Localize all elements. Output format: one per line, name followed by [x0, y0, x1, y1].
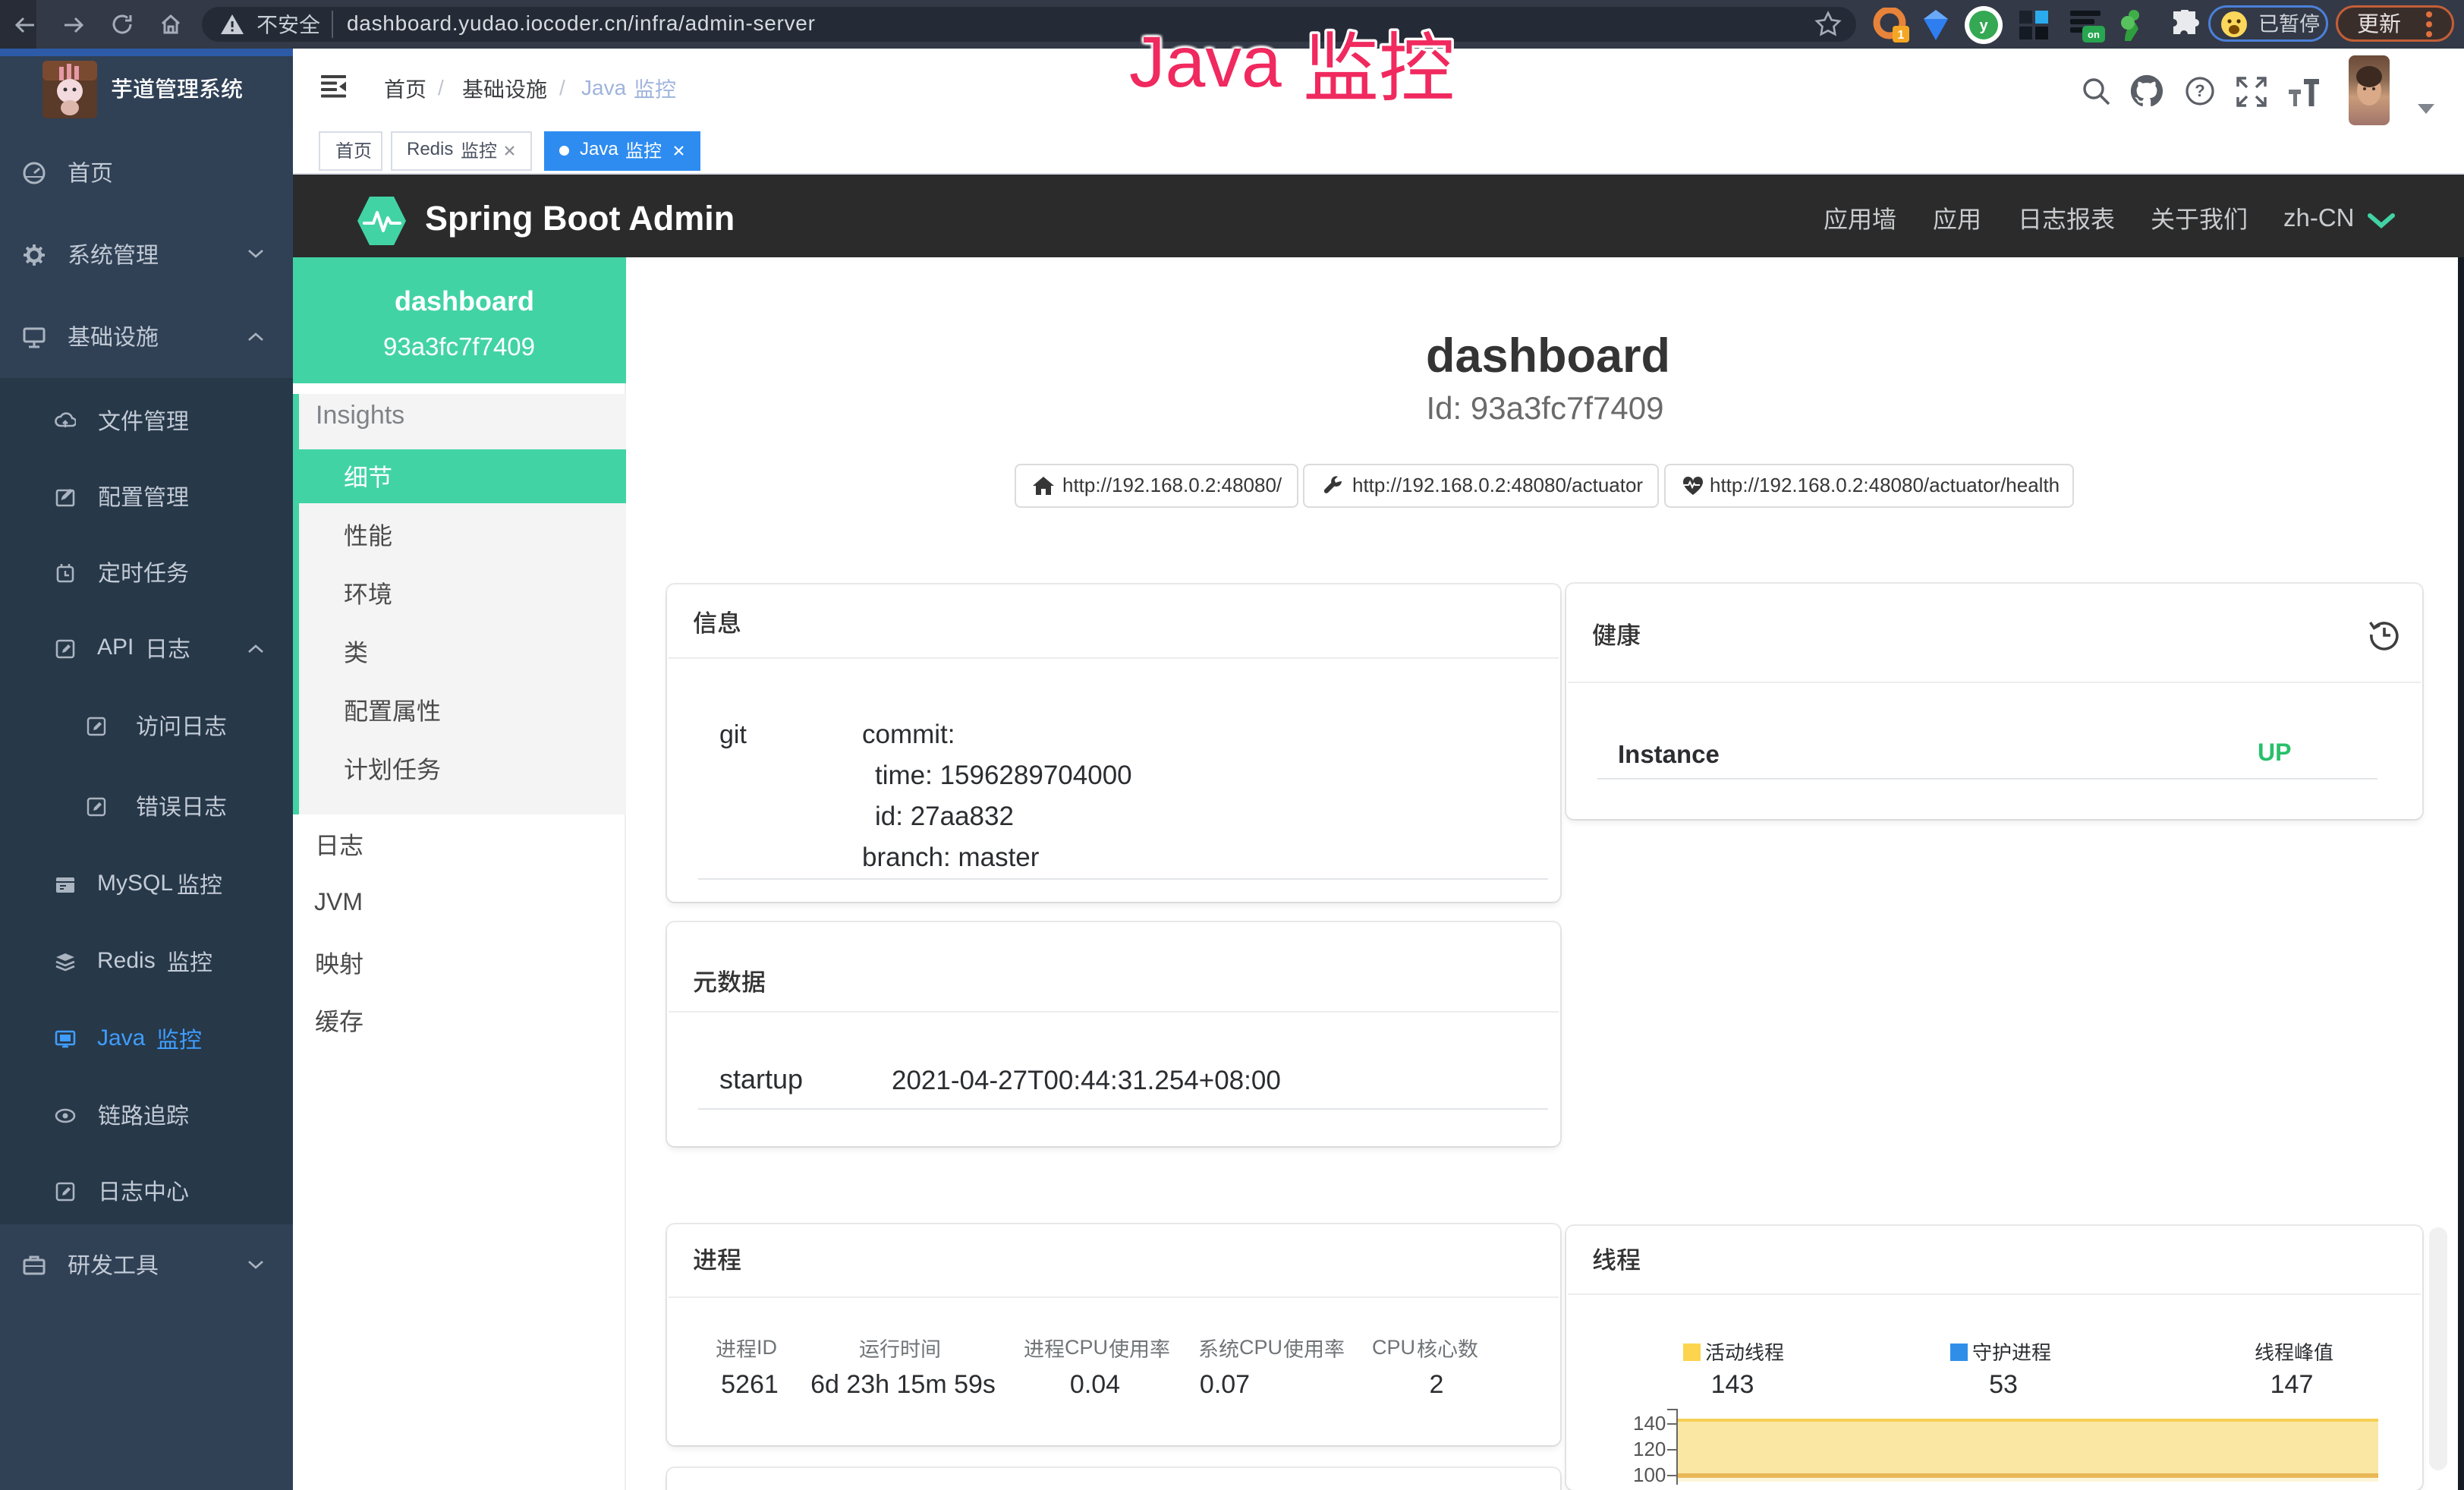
svg-text:on: on [2088, 29, 2100, 40]
svg-text:?: ? [2195, 81, 2204, 100]
svg-text:1: 1 [1898, 29, 1905, 42]
svg-text:y: y [1979, 17, 1988, 34]
